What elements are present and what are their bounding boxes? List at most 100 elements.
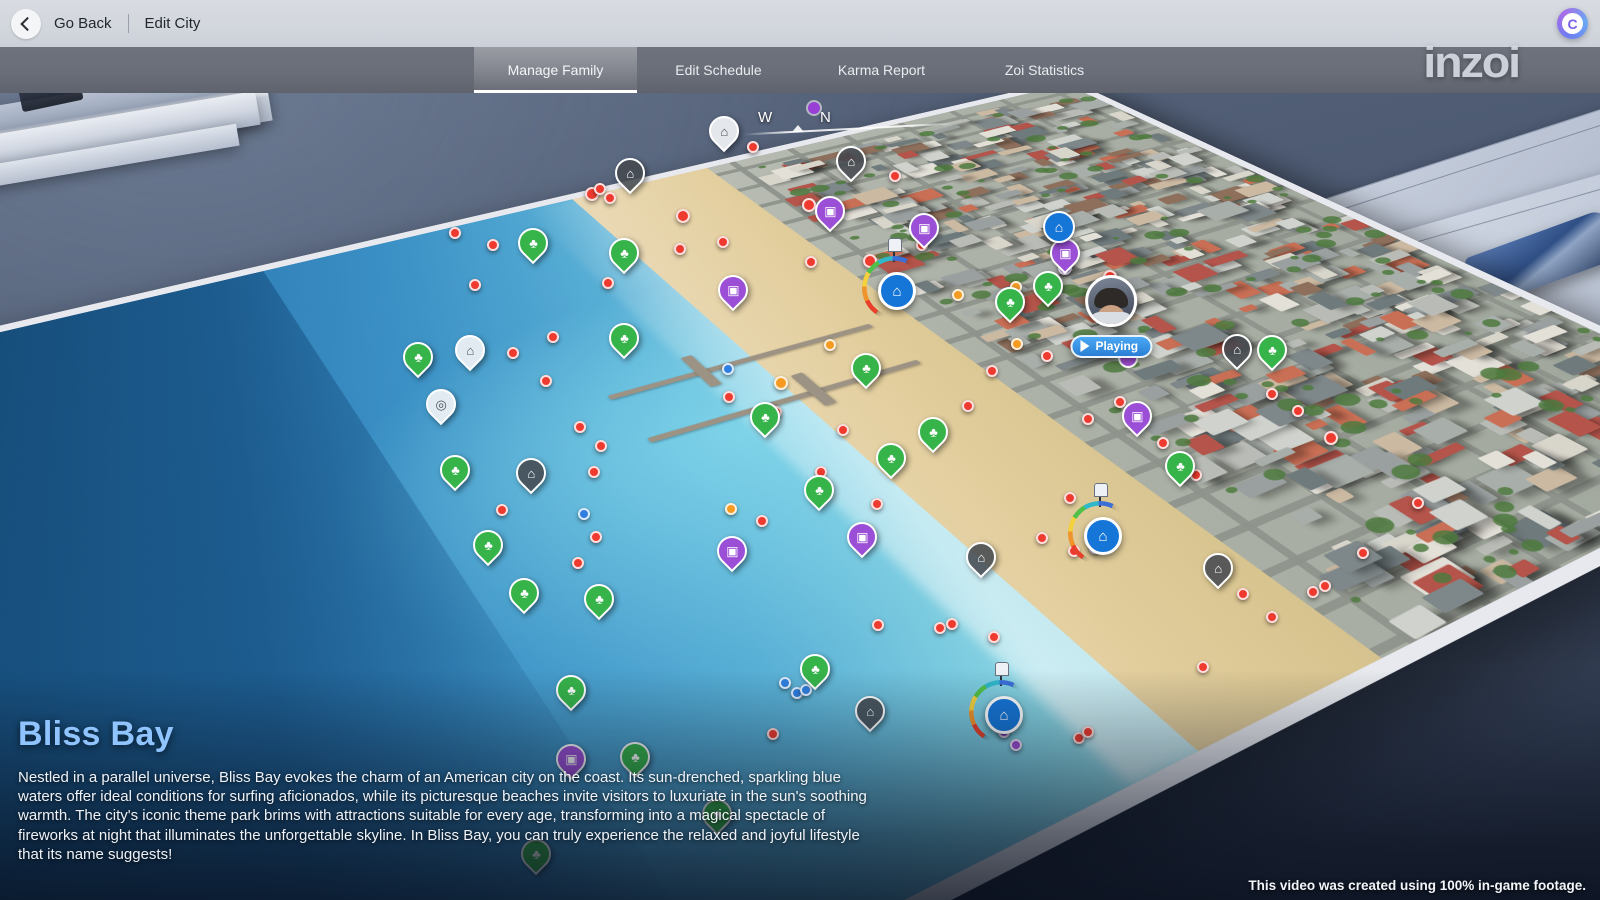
building [1365, 453, 1396, 469]
tree-cluster [1427, 528, 1463, 548]
pier [681, 355, 723, 387]
nature-pin[interactable]: ♣ [509, 578, 539, 608]
nature-pin[interactable]: ♣ [440, 455, 470, 485]
building [1413, 417, 1469, 445]
tree-cluster [1429, 570, 1456, 585]
nature-pin[interactable]: ♣ [473, 530, 503, 560]
nature-pin[interactable]: ♣ [518, 228, 548, 258]
empty-lot-pin[interactable]: ⌂ [516, 458, 546, 488]
city-description-text: Nestled in a parallel universe, Bliss Ba… [18, 768, 868, 864]
empty-lot-pin[interactable]: ⌂ [615, 158, 645, 188]
pool-icon: ◎ [420, 383, 462, 425]
nature-pin[interactable]: ♣ [556, 675, 586, 705]
tree-cluster [1498, 523, 1519, 534]
edit-city-label[interactable]: Edit City [145, 15, 201, 32]
building [1533, 455, 1565, 471]
building [1515, 427, 1550, 444]
playing-zoi-marker[interactable]: Playing [1085, 275, 1167, 358]
house-icon: ⌂ [703, 110, 745, 152]
empty-lot-pin[interactable]: ⌂ [455, 335, 485, 365]
empty-lot-pin[interactable]: ⌂ [966, 542, 996, 572]
nature-pin[interactable]: ♣ [584, 584, 614, 614]
building [1366, 533, 1412, 559]
venue-pin[interactable]: ▣ [847, 522, 877, 552]
nature-pin[interactable]: ♣ [609, 323, 639, 353]
nature-pin[interactable]: ♣ [750, 402, 780, 432]
tree-icon: ♣ [845, 347, 887, 389]
empty-lot-pin[interactable]: ⌂ [1203, 553, 1233, 583]
building [1372, 504, 1414, 527]
house-icon: ⌂ [1043, 211, 1075, 243]
subtab-edit-schedule[interactable]: Edit Schedule [637, 47, 800, 93]
tree-icon: ♣ [578, 578, 620, 620]
subtab-zoi-statistics[interactable]: Zoi Statistics [963, 47, 1126, 93]
venue-pin[interactable]: ▣ [717, 536, 747, 566]
empty-lot-pin[interactable]: ◎ [426, 389, 456, 419]
nature-pin[interactable]: ♣ [1165, 451, 1195, 481]
nature-pin[interactable]: ♣ [609, 238, 639, 268]
tree-icon: ♣ [989, 281, 1031, 323]
empty-lot-pin[interactable]: ⌂ [1222, 334, 1252, 364]
tree-icon: ♣ [550, 669, 592, 711]
empty-lot-pin[interactable]: ⌂ [709, 116, 739, 146]
building [1411, 476, 1467, 504]
tree-icon: ♣ [744, 396, 786, 438]
tree-icon: ♣ [1159, 445, 1201, 487]
chat-glyph: C [1562, 13, 1583, 34]
building [1306, 473, 1350, 494]
building [1413, 516, 1468, 545]
building [1307, 454, 1376, 489]
go-back-label[interactable]: Go Back [54, 15, 112, 32]
venue-pin[interactable]: ▣ [909, 213, 939, 243]
tree-icon: ♣ [512, 222, 554, 264]
zoi-portrait-avatar[interactable] [1085, 275, 1137, 327]
building [1517, 447, 1563, 469]
building [1272, 437, 1329, 466]
building [1414, 520, 1460, 544]
building [1401, 407, 1437, 423]
nature-pin[interactable]: ♣ [995, 287, 1025, 317]
nature-pin[interactable]: ♣ [851, 353, 881, 383]
building [1483, 409, 1523, 429]
building [1304, 419, 1328, 430]
tree-icon: ♣ [397, 336, 439, 378]
house-icon: ⌂ [960, 536, 1002, 578]
venue-pin[interactable]: ▣ [1122, 401, 1152, 431]
venue-pin[interactable]: ▣ [815, 196, 845, 226]
playing-status-badge[interactable]: Playing [1070, 335, 1152, 358]
nature-pin[interactable]: ♣ [918, 417, 948, 447]
nature-pin[interactable]: ♣ [804, 475, 834, 505]
nature-pin[interactable]: ♣ [1257, 335, 1287, 365]
subtab-karma-report[interactable]: Karma Report [800, 47, 963, 93]
building [1403, 445, 1437, 461]
empty-lot-pin[interactable]: ⌂ [836, 146, 866, 176]
building [1254, 423, 1315, 453]
building [1419, 473, 1462, 497]
nature-pin[interactable]: ♣ [403, 342, 433, 372]
residence-pin[interactable]: ⌂ [1043, 211, 1075, 243]
back-button[interactable] [11, 9, 41, 39]
nature-pin[interactable]: ♣ [876, 443, 906, 473]
building [1365, 451, 1420, 480]
tree-cluster [1298, 403, 1329, 418]
zoi-shirt [1088, 312, 1134, 327]
nature-pin[interactable]: ♣ [1033, 271, 1063, 301]
top-navigation-bar: Go Back Edit City [0, 0, 1600, 47]
building [1350, 562, 1395, 588]
playing-status-label: Playing [1095, 339, 1138, 353]
building [1412, 564, 1484, 606]
building [1399, 557, 1475, 599]
venue-pin[interactable]: ▣ [718, 275, 748, 305]
nature-pin[interactable]: ♣ [800, 654, 830, 684]
building [1380, 465, 1431, 488]
building [1320, 405, 1368, 430]
tree-cluster [1489, 563, 1521, 581]
tree-cluster [1410, 542, 1431, 554]
chat-bubble-icon[interactable]: C [1557, 8, 1588, 39]
building [1388, 495, 1440, 524]
building [1380, 531, 1429, 556]
subtab-manage-family[interactable]: Manage Family [474, 47, 637, 93]
tree-icon: ♣ [503, 572, 545, 614]
house-icon: ⌂ [449, 329, 491, 371]
tree-icon: ♣ [798, 469, 840, 511]
